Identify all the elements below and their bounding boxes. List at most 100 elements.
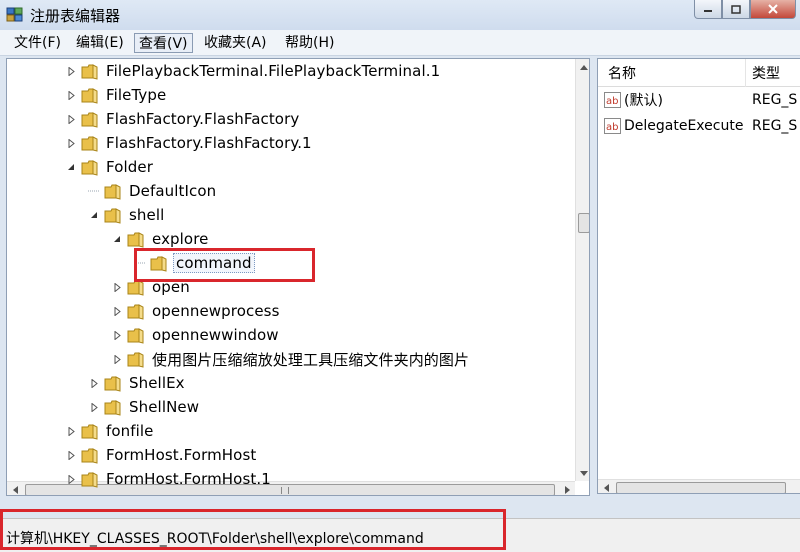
- scroll-right-button[interactable]: [559, 482, 575, 495]
- expand-arrow-icon[interactable]: [111, 305, 123, 317]
- tree-node[interactable]: fonfile: [65, 419, 156, 443]
- tree-node[interactable]: FlashFactory.FlashFactory: [65, 107, 301, 131]
- tree-node[interactable]: opennewwindow: [111, 323, 281, 347]
- minimize-button[interactable]: [694, 0, 722, 19]
- scroll-down-button[interactable]: [576, 465, 589, 481]
- values-horizontal-scrollbar[interactable]: [598, 479, 800, 493]
- tree-node[interactable]: command: [134, 251, 255, 275]
- status-bar: 计算机\HKEY_CLASSES_ROOT\Folder\shell\explo…: [0, 518, 800, 552]
- maximize-icon: [731, 4, 741, 14]
- tree-vertical-scroll-thumb[interactable]: [578, 213, 589, 233]
- tree-node-label: DefaultIcon: [129, 182, 217, 200]
- minimize-icon: [704, 10, 712, 12]
- tree-node-label: ShellEx: [129, 374, 185, 392]
- folder-icon: [104, 183, 121, 200]
- tree-node[interactable]: explore: [111, 227, 210, 251]
- tree-node-label: FormHost.FormHost.1: [106, 470, 271, 488]
- window-controls: [694, 0, 796, 20]
- menu-help[interactable]: 帮助(H): [281, 33, 338, 53]
- tree-node[interactable]: DefaultIcon: [88, 179, 218, 203]
- menu-view[interactable]: 查看(V): [134, 33, 193, 53]
- tree-node[interactable]: opennewprocess: [111, 299, 281, 323]
- folder-icon: [81, 111, 98, 128]
- folder-icon: [150, 255, 167, 272]
- expand-arrow-icon[interactable]: [111, 329, 123, 341]
- scroll-left-button[interactable]: [598, 480, 614, 493]
- expand-arrow-icon[interactable]: [88, 377, 100, 389]
- column-separator[interactable]: [745, 59, 746, 87]
- value-row[interactable]: ab (默认) REG_S: [604, 89, 797, 111]
- close-button[interactable]: [750, 0, 796, 19]
- expand-arrow-icon[interactable]: [88, 401, 100, 413]
- expand-arrow-icon[interactable]: [65, 449, 77, 461]
- expand-arrow-icon[interactable]: [65, 89, 77, 101]
- tree-connector: [134, 257, 146, 269]
- value-type: REG_S: [752, 118, 798, 134]
- column-header-name[interactable]: 名称: [608, 63, 636, 83]
- tree-node[interactable]: FormHost.FormHost.1: [65, 467, 273, 491]
- tree-node[interactable]: Folder: [65, 155, 155, 179]
- expand-arrow-icon[interactable]: [111, 353, 123, 365]
- tree-node[interactable]: shell: [88, 203, 166, 227]
- scroll-left-icon: [603, 484, 609, 492]
- expand-arrow-icon[interactable]: [65, 425, 77, 437]
- tree-node[interactable]: 使用图片压缩缩放处理工具压缩文件夹内的图片: [111, 347, 471, 371]
- value-type: REG_S: [752, 92, 798, 108]
- tree-connector: [88, 185, 100, 197]
- collapse-arrow-icon[interactable]: [111, 233, 123, 245]
- menu-edit[interactable]: 编辑(E): [72, 33, 128, 53]
- tree-node[interactable]: open: [111, 275, 192, 299]
- menu-file[interactable]: 文件(F): [10, 33, 65, 53]
- menu-favorites[interactable]: 收藏夹(A): [200, 33, 271, 53]
- folder-icon: [127, 351, 144, 368]
- tree-node[interactable]: FilePlaybackTerminal.FilePlaybackTermina…: [65, 59, 442, 83]
- folder-icon: [81, 135, 98, 152]
- values-horizontal-scroll-thumb[interactable]: [616, 482, 786, 493]
- tree-node-label: FilePlaybackTerminal.FilePlaybackTermina…: [106, 62, 441, 80]
- tree-node-label: ShellNew: [129, 398, 200, 416]
- folder-icon: [81, 423, 98, 440]
- tree-node-label: shell: [129, 206, 165, 224]
- registry-key-tree[interactable]: FilePlaybackTerminal.FilePlaybackTermina…: [6, 58, 590, 496]
- expand-arrow-icon[interactable]: [65, 65, 77, 77]
- tree-node[interactable]: FlashFactory.FlashFactory.1: [65, 131, 314, 155]
- folder-icon: [127, 279, 144, 296]
- folder-icon: [81, 447, 98, 464]
- scroll-grip: [281, 487, 289, 494]
- scroll-up-icon: [580, 64, 588, 70]
- menu-bar: 文件(F) 编辑(E) 查看(V) 收藏夹(A) 帮助(H): [0, 30, 800, 56]
- folder-icon: [81, 87, 98, 104]
- tree-vertical-scrollbar[interactable]: [575, 59, 589, 481]
- tree-node-label: FlashFactory.FlashFactory: [106, 110, 300, 128]
- scroll-up-button[interactable]: [576, 59, 589, 75]
- column-header-type[interactable]: 类型: [752, 63, 780, 83]
- value-row[interactable]: ab DelegateExecute REG_S: [604, 115, 797, 137]
- tree-node-label: open: [152, 278, 190, 296]
- maximize-button[interactable]: [722, 0, 750, 19]
- tree-node-label: command: [173, 253, 255, 273]
- expand-arrow-icon[interactable]: [65, 473, 77, 485]
- expand-arrow-icon[interactable]: [65, 137, 77, 149]
- folder-icon: [127, 327, 144, 344]
- tree-node[interactable]: ShellEx: [88, 371, 187, 395]
- tree-node[interactable]: FormHost.FormHost: [65, 443, 258, 467]
- tree-node[interactable]: FileType: [65, 83, 168, 107]
- tree-node-label: FlashFactory.FlashFactory.1: [106, 134, 312, 152]
- window-title: 注册表编辑器: [30, 7, 121, 25]
- collapse-arrow-icon[interactable]: [65, 161, 77, 173]
- tree-node-label: 使用图片压缩缩放处理工具压缩文件夹内的图片: [152, 350, 470, 369]
- folder-icon: [104, 375, 121, 392]
- registry-values-list[interactable]: 名称 类型 ab (默认) REG_S ab DelegateExecute R…: [597, 58, 800, 494]
- value-name: DelegateExecute: [624, 118, 744, 134]
- scroll-down-icon: [580, 470, 588, 476]
- scroll-left-icon: [12, 486, 18, 494]
- expand-arrow-icon[interactable]: [111, 281, 123, 293]
- expand-arrow-icon[interactable]: [65, 113, 77, 125]
- collapse-arrow-icon[interactable]: [88, 209, 100, 221]
- tree-node[interactable]: ShellNew: [88, 395, 201, 419]
- folder-icon: [104, 399, 121, 416]
- scroll-left-button[interactable]: [7, 482, 23, 495]
- folder-icon: [81, 63, 98, 80]
- string-value-icon: ab: [604, 118, 621, 134]
- svg-text:ab: ab: [606, 96, 618, 107]
